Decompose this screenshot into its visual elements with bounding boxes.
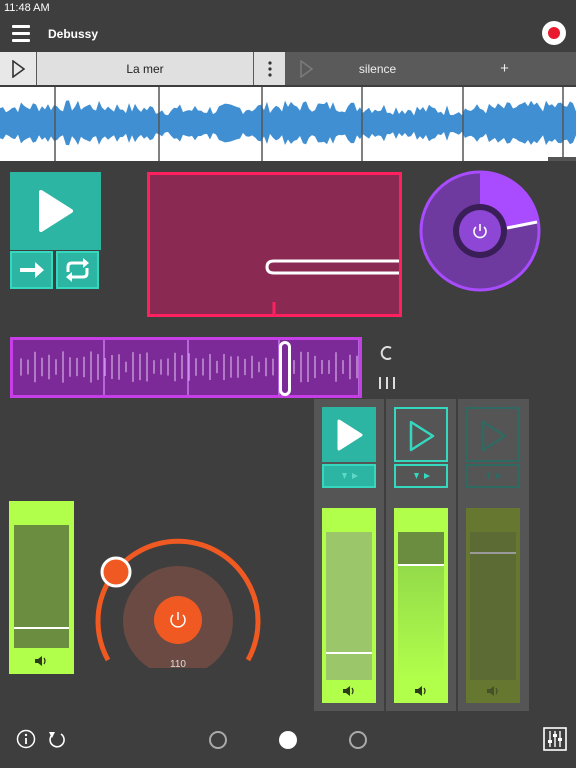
magnet-icon[interactable] bbox=[376, 343, 396, 363]
play-icon bbox=[12, 59, 25, 78]
sequencer-playhead[interactable] bbox=[279, 341, 291, 396]
fader-level-line bbox=[398, 564, 444, 566]
mode-icon bbox=[414, 473, 430, 479]
more-options-icon bbox=[267, 60, 272, 77]
track-play-button-2[interactable] bbox=[288, 52, 324, 85]
power-icon bbox=[473, 224, 487, 239]
play-icon bbox=[337, 419, 363, 451]
launch-play-button[interactable] bbox=[10, 172, 101, 250]
hamburger-menu-icon[interactable] bbox=[12, 25, 30, 42]
fader-level-line bbox=[326, 652, 372, 654]
dial-value: 110 bbox=[170, 659, 186, 670]
fader-level-line bbox=[14, 627, 69, 629]
strip-1-mode-button[interactable] bbox=[322, 464, 376, 488]
loop-icon bbox=[66, 258, 89, 282]
sequencer-strip[interactable] bbox=[10, 337, 362, 398]
xy-pad[interactable] bbox=[147, 172, 402, 317]
next-button[interactable] bbox=[10, 251, 53, 289]
undo-icon[interactable] bbox=[46, 729, 66, 749]
mode-icon bbox=[342, 473, 358, 479]
strip-2-fader[interactable] bbox=[394, 508, 448, 703]
track-tab-bar: La mer silence + bbox=[0, 52, 576, 85]
mixer-icon[interactable] bbox=[543, 727, 567, 751]
speaker-icon bbox=[343, 686, 354, 696]
page-indicator-3[interactable] bbox=[349, 731, 367, 749]
sequencer-graphic bbox=[20, 340, 360, 395]
record-button[interactable] bbox=[542, 21, 566, 45]
record-icon bbox=[548, 27, 560, 39]
fader-level-line bbox=[470, 552, 516, 554]
info-icon[interactable] bbox=[16, 729, 36, 749]
add-label: + bbox=[500, 60, 509, 77]
dial-graphic bbox=[95, 538, 261, 676]
grid-lines-icon[interactable] bbox=[377, 376, 397, 390]
speaker-icon bbox=[35, 656, 46, 666]
status-time: 11:48 AM bbox=[4, 2, 50, 14]
waveform-graphic bbox=[0, 87, 576, 161]
play-icon bbox=[300, 59, 313, 78]
speaker-icon bbox=[487, 686, 498, 696]
channel-strips-panel bbox=[314, 399, 529, 711]
tab-la-mer[interactable]: La mer bbox=[37, 52, 253, 85]
effect-knob[interactable] bbox=[419, 170, 541, 292]
loop-button[interactable] bbox=[56, 251, 99, 289]
track-options-button[interactable] bbox=[254, 52, 285, 85]
strip-1-fader[interactable] bbox=[322, 508, 376, 703]
strip-1-play-button[interactable] bbox=[322, 407, 376, 462]
strip-2-mode-button[interactable] bbox=[394, 464, 448, 488]
play-icon bbox=[409, 420, 435, 452]
status-bar: 11:48 AM bbox=[0, 0, 576, 18]
master-fader[interactable] bbox=[9, 501, 74, 674]
track-play-button[interactable] bbox=[0, 52, 36, 85]
tab-label: silence bbox=[358, 61, 397, 76]
tab-label: La mer bbox=[126, 61, 164, 76]
mode-icon bbox=[486, 473, 502, 479]
waveform[interactable] bbox=[0, 87, 576, 161]
play-icon bbox=[39, 190, 73, 232]
add-track-button[interactable]: + bbox=[433, 52, 576, 85]
arrow-right-icon bbox=[20, 262, 44, 278]
fader-empty-region bbox=[398, 532, 444, 564]
play-icon bbox=[481, 420, 507, 452]
xy-pad-handle bbox=[265, 259, 399, 314]
fader-track bbox=[470, 532, 516, 680]
speaker-icon bbox=[415, 686, 426, 696]
strip-3-fader[interactable] bbox=[466, 508, 520, 703]
tempo-dial[interactable]: 110 bbox=[95, 538, 261, 676]
page-indicator-2[interactable] bbox=[279, 731, 297, 749]
bottom-toolbar bbox=[0, 720, 576, 768]
strip-3-play-button[interactable] bbox=[466, 407, 520, 462]
fader-track bbox=[326, 532, 372, 680]
page-indicator-1[interactable] bbox=[209, 731, 227, 749]
fader-track bbox=[14, 525, 69, 648]
app-title: Debussy bbox=[48, 27, 99, 41]
tab-silence[interactable]: silence bbox=[324, 52, 431, 85]
strip-2-play-button[interactable] bbox=[394, 407, 448, 462]
strip-3-mode-button[interactable] bbox=[466, 464, 520, 488]
